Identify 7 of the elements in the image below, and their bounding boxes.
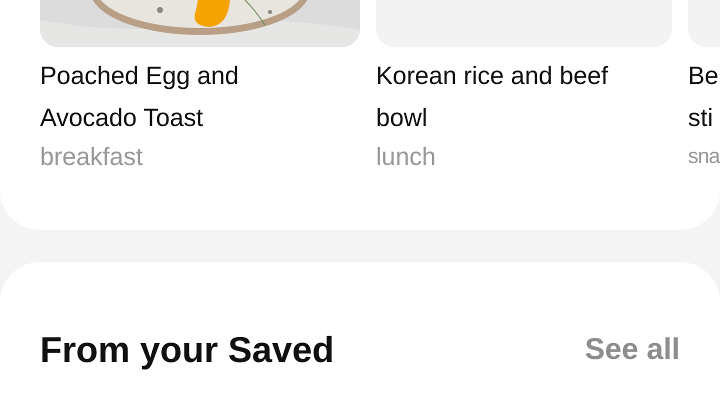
recipe-category: lunch	[376, 142, 437, 173]
recipe-title[interactable]: Korean rice and beef bowl	[376, 55, 646, 139]
recipe-category: breakfast	[40, 142, 144, 173]
recipe-title[interactable]: Poached Egg and Avocado Toast	[40, 55, 280, 139]
recipe-title[interactable]: Be sti	[688, 55, 718, 139]
recipe-category: sna	[688, 144, 720, 170]
section-title: From your Saved	[40, 328, 334, 372]
